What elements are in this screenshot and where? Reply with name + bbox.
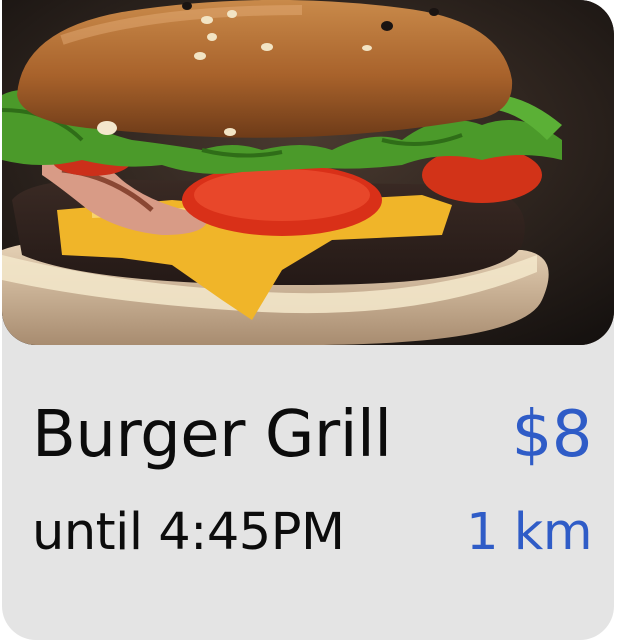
title-row: Burger Grill $8 <box>32 398 593 472</box>
price-label: $8 <box>511 398 593 472</box>
details-row: until 4:45PM 1 km <box>32 503 592 562</box>
distance-label: 1 km <box>466 503 592 562</box>
burger-photo <box>2 0 614 345</box>
restaurant-name[interactable]: Burger Grill <box>32 398 392 472</box>
restaurant-card[interactable]: Burger Grill $8 until 4:45PM 1 km <box>2 0 614 640</box>
hours-label: until 4:45PM <box>32 503 345 562</box>
